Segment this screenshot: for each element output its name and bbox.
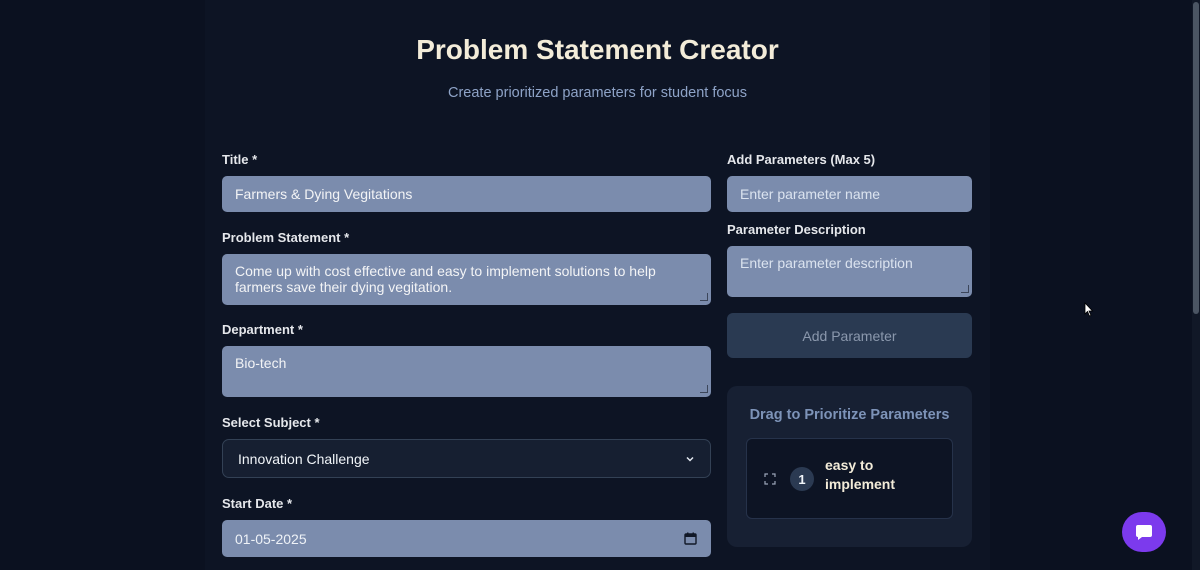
parameter-description-label: Parameter Description [727,222,866,237]
calendar-icon[interactable] [684,532,697,545]
parameter-description-input[interactable] [727,246,972,297]
department-label: Department * [222,322,303,337]
prioritize-title: Drag to Prioritize Parameters [749,407,950,423]
parameter-list-item[interactable]: 1 easy to implement [746,438,953,519]
chat-icon [1136,524,1152,540]
add-parameter-button[interactable]: Add Parameter [727,313,972,358]
add-parameters-label: Add Parameters (Max 5) [727,152,876,167]
problem-statement-input[interactable]: Come up with cost effective and easy to … [222,254,711,305]
parameter-item-name: easy to implement [825,457,896,492]
chat-button[interactable] [1122,512,1166,552]
drag-handle-icon[interactable] [764,473,776,485]
problem-statement-label: Problem Statement * [222,230,350,245]
page: Problem Statement Creator Create priorit… [0,0,1200,570]
subject-selected-value: Innovation Challenge [238,450,370,467]
parameter-rank-badge: 1 [790,467,814,491]
title-input[interactable] [222,176,711,212]
scrollbar-thumb[interactable] [1193,2,1199,314]
title-label: Title * [222,152,258,167]
parameter-name-input[interactable] [727,176,972,212]
start-date-input[interactable]: 01-05-2025 [222,520,711,557]
start-date-value: 01-05-2025 [235,530,307,547]
mouse-cursor-icon [1084,302,1094,317]
page-subtitle: Create prioritized parameters for studen… [448,85,747,101]
subject-select[interactable]: Innovation Challenge [222,439,711,478]
start-date-label: Start Date * [222,496,293,511]
chevron-down-icon [686,456,694,462]
select-subject-label: Select Subject * [222,415,320,430]
page-scrollbar[interactable] [1192,0,1200,570]
department-input[interactable]: Bio-tech [222,346,711,397]
prioritize-parameters-card: Drag to Prioritize Parameters 1 easy to … [727,386,972,547]
page-title: Problem Statement Creator [416,34,779,65]
